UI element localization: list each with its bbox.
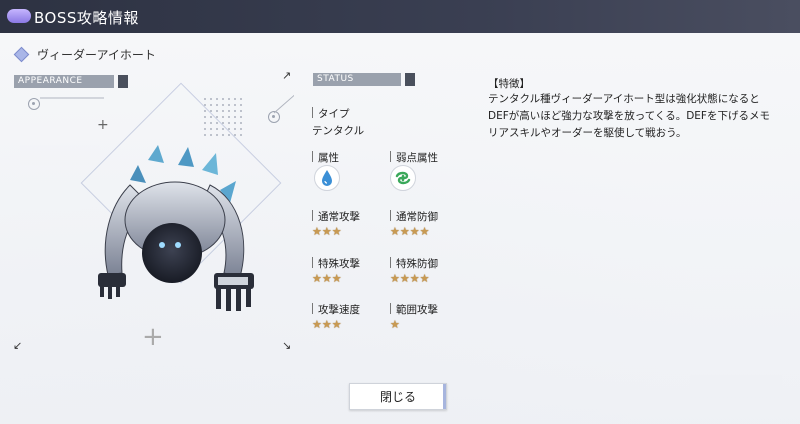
stat-label-text: 攻撃速度 (318, 304, 360, 316)
wind-swirl-icon (390, 165, 416, 191)
diamond-icon (13, 46, 30, 63)
label-bar (312, 210, 313, 221)
weak-attribute-label: 弱点属性 (390, 150, 438, 165)
expand-arrow-icon: ↘ (282, 339, 292, 352)
description-title: 【特徴】 (488, 78, 530, 90)
type-value: テンタクル (312, 125, 365, 137)
star-icon: ★ (399, 272, 410, 285)
stat-label: 特殊防御 (390, 256, 438, 271)
star-icon: ★ (409, 225, 420, 238)
star-icon: ★ (321, 225, 332, 238)
water-drop-icon (314, 165, 340, 191)
star-icon: ★ (419, 272, 430, 285)
label-bar (390, 257, 391, 268)
label-bar (390, 210, 391, 221)
label-bar (312, 107, 313, 118)
page-title: BOSS攻略情報 (34, 9, 139, 27)
description-text: テンタクル種ヴィーダーアイホート型は強化状態になるとDEFが高いほど強力な攻撃を… (488, 93, 770, 139)
star-icon: ★ (331, 272, 342, 285)
close-button[interactable]: 閉じる (349, 383, 447, 410)
star-icon: ★ (390, 225, 400, 238)
plus-icon: + (142, 322, 164, 352)
stat-label-text: 通常攻撃 (318, 211, 360, 223)
stat-label: 通常攻撃 (312, 209, 360, 224)
star-icon: ★ (321, 272, 332, 285)
boss-name-row: ヴィーダーアイホート (13, 46, 156, 63)
label-bar (312, 151, 313, 162)
stat-stars: ★★★★ (390, 225, 430, 238)
star-icon: ★ (390, 272, 400, 285)
attribute-label: 属性 (312, 150, 339, 165)
star-icon: ★ (312, 318, 322, 331)
plus-icon: + (97, 117, 109, 133)
type-label-text: タイプ (318, 108, 350, 120)
star-icon: ★ (331, 318, 342, 331)
label-bar (390, 303, 391, 314)
label-bar (390, 151, 391, 162)
attribute-label-text: 属性 (318, 152, 339, 164)
star-icon: ★ (331, 225, 342, 238)
boss-name: ヴィーダーアイホート (37, 48, 156, 62)
stat-stars: ★★★ (312, 272, 342, 285)
label-bar (312, 303, 313, 314)
weak-attribute-label-text: 弱点属性 (396, 152, 438, 164)
boss-info-panel: BOSS攻略情報 ヴィーダーアイホート APPEARANCE STATUS + … (0, 0, 800, 424)
star-icon: ★ (409, 272, 420, 285)
stat-label-text: 範囲攻撃 (396, 304, 438, 316)
status-tag: STATUS (313, 73, 415, 86)
stat-label: 特殊攻撃 (312, 256, 360, 271)
stat-stars: ★★★ (312, 318, 342, 331)
star-icon: ★ (419, 225, 430, 238)
expand-arrow-icon: ↗ (282, 69, 292, 82)
stat-label-text: 特殊防御 (396, 258, 438, 270)
stat-label: 通常防御 (390, 209, 438, 224)
stat-stars: ★★★ (312, 225, 342, 238)
star-icon: ★ (312, 272, 322, 285)
star-icon: ★ (312, 225, 322, 238)
stat-label-text: 特殊攻撃 (318, 258, 360, 270)
boss-portrait (98, 145, 254, 311)
expand-arrow-icon: ↙ (13, 339, 23, 352)
dot-grid (202, 96, 242, 140)
stat-stars: ★★★★ (390, 272, 430, 285)
stat-label-text: 通常防御 (396, 211, 438, 223)
stat-label: 攻撃速度 (312, 302, 360, 317)
star-icon: ★ (390, 318, 400, 331)
header-pill-icon (7, 9, 31, 23)
label-bar (312, 257, 313, 268)
stat-label: 範囲攻撃 (390, 302, 438, 317)
stat-stars: ★ (390, 318, 400, 331)
star-icon: ★ (321, 318, 332, 331)
star-icon: ★ (399, 225, 410, 238)
type-label: タイプ (312, 106, 350, 121)
header-bar: BOSS攻略情報 (0, 0, 800, 33)
